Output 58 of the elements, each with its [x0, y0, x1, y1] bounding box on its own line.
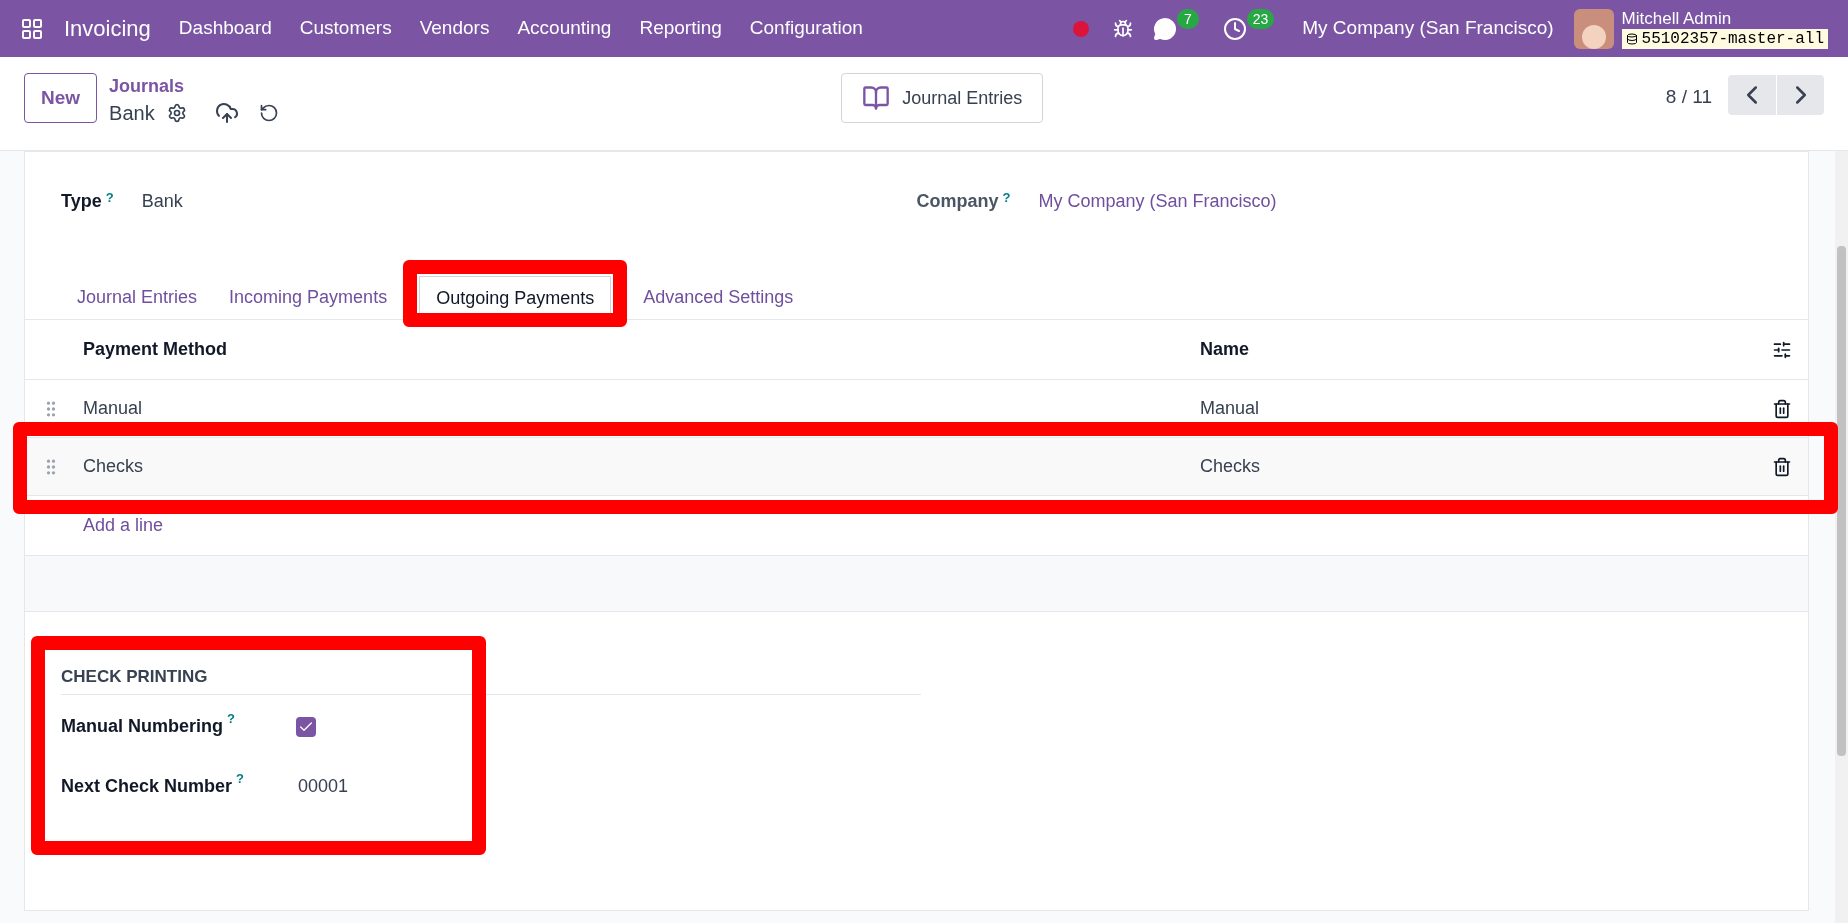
help-tooltip-mark[interactable]: ?: [105, 188, 114, 208]
discard-icon[interactable]: [258, 102, 279, 123]
menu-item[interactable]: Accounting: [517, 14, 612, 43]
help-tooltip-mark[interactable]: ?: [1002, 188, 1011, 208]
optional-columns-icon[interactable]: [1772, 339, 1792, 360]
field-label: Manual Numbering: [61, 715, 223, 738]
table-cell-text: Checks: [1200, 455, 1262, 478]
previous-button[interactable]: [1728, 75, 1776, 115]
next-button[interactable]: [1776, 75, 1824, 115]
user-avatar[interactable]: [1573, 8, 1614, 49]
menu-item[interactable]: Vendors: [419, 14, 490, 43]
database-badge: 55102357-master-all: [1621, 29, 1828, 50]
menu-item[interactable]: Configuration: [749, 14, 863, 43]
field-value[interactable]: My Company (San Francisco): [1038, 188, 1277, 215]
company-switcher[interactable]: My Company (San Francisco): [1302, 14, 1554, 43]
checkbox[interactable]: [296, 716, 316, 737]
pager-value: 8 / 11: [1665, 85, 1712, 109]
menu-item[interactable]: Dashboard: [178, 14, 272, 43]
form-tab[interactable]: Journal Entries: [61, 275, 214, 319]
save-icon[interactable]: [214, 100, 239, 125]
table-cell-text: Manual: [83, 397, 144, 420]
new-button[interactable]: New: [24, 73, 98, 123]
add-line-link[interactable]: Add a line: [83, 512, 164, 539]
column-header[interactable]: Name: [1200, 336, 1772, 363]
form-tab[interactable]: Advanced Settings: [627, 275, 810, 319]
table-cell-text: Manual: [1200, 397, 1261, 420]
chevron-left-icon: [1747, 86, 1757, 104]
help-tooltip-mark[interactable]: ?: [227, 709, 235, 729]
delete-icon[interactable]: [1772, 456, 1792, 477]
user-name[interactable]: Mitchell Admin: [1621, 7, 1828, 30]
app-name[interactable]: Invoicing: [64, 12, 151, 45]
message-count-badge: 7: [1176, 8, 1199, 29]
help-tooltip-mark[interactable]: ?: [236, 769, 244, 789]
field-label: Company: [916, 190, 999, 213]
book-icon: [862, 84, 891, 112]
bug-icon[interactable]: [1112, 18, 1133, 39]
section-title: CHECK PRINTING: [61, 664, 921, 695]
field-value: Bank: [141, 190, 183, 213]
activity-icon[interactable]: [1222, 16, 1247, 41]
field-value[interactable]: 00001: [298, 773, 349, 800]
chat-icon[interactable]: [1152, 16, 1177, 41]
column-header[interactable]: Payment Method: [83, 336, 1200, 363]
apps-menu-icon[interactable]: [20, 16, 44, 41]
delete-icon[interactable]: [1772, 398, 1792, 419]
table-row[interactable]: Checks Checks: [25, 438, 1808, 496]
field-label: Next Check Number: [61, 775, 233, 798]
journal-entries-button[interactable]: Journal Entries: [841, 73, 1044, 123]
menu-item[interactable]: Reporting: [639, 14, 722, 43]
activity-count-badge: 23: [1246, 8, 1275, 29]
table-cell-text: Checks: [83, 455, 145, 478]
breadcrumb-link[interactable]: Journals: [109, 75, 279, 98]
scrollbar[interactable]: [1835, 151, 1848, 923]
field-label: Type: [61, 190, 102, 213]
record-name: Bank: [109, 100, 155, 126]
chevron-right-icon: [1795, 86, 1806, 104]
menu-item[interactable]: Customers: [299, 14, 392, 43]
settings-icon[interactable]: [166, 102, 187, 123]
form-tab[interactable]: Incoming Payments: [213, 275, 404, 319]
